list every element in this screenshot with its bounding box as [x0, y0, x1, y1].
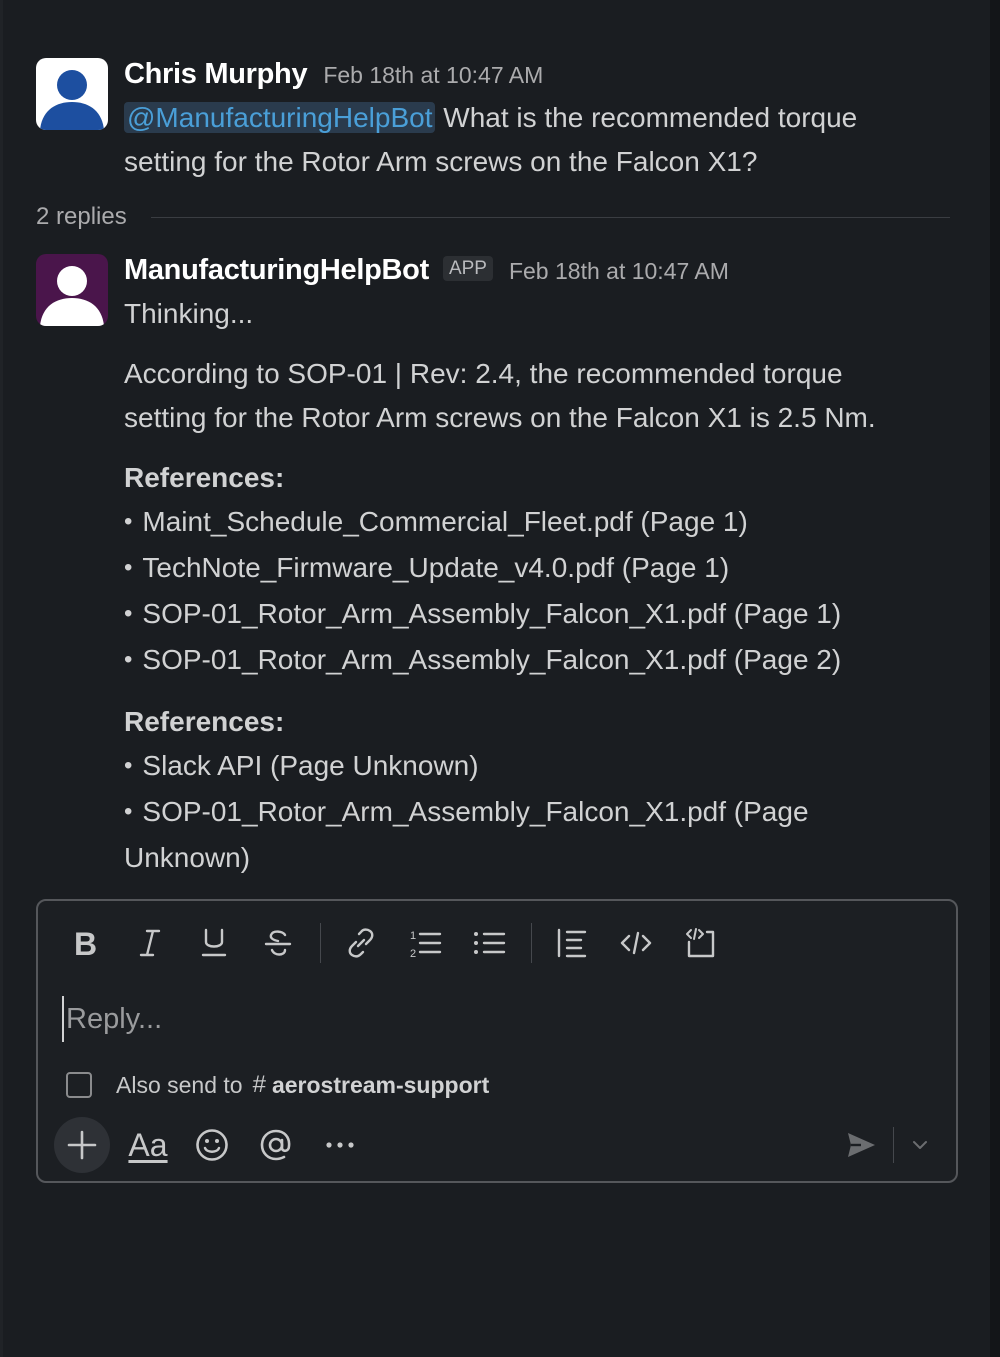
link-button[interactable]	[337, 919, 385, 967]
window-left-border	[0, 0, 3, 1357]
bulleted-list-icon	[474, 932, 506, 954]
bulleted-list-button[interactable]	[465, 919, 513, 967]
avatar[interactable]	[36, 58, 108, 130]
also-send-label: Also send to	[116, 1071, 243, 1098]
app-badge: APP	[442, 256, 493, 281]
bold-button[interactable]: B	[62, 919, 110, 967]
answer-line-2: setting for the Rotor Arm screws on the …	[124, 402, 876, 433]
divider	[150, 216, 950, 218]
parent-message: Chris Murphy Feb 18th at 10:47 AM @Manuf…	[36, 58, 960, 188]
replies-divider-row: 2 replies	[36, 200, 950, 234]
strikethrough-icon	[264, 930, 292, 956]
text-format-icon: Aa	[128, 1126, 168, 1163]
bold-icon: B	[74, 927, 97, 959]
replies-count: 2 replies	[36, 203, 127, 230]
link-icon	[348, 928, 374, 958]
message-author[interactable]: ManufacturingHelpBot	[124, 254, 429, 287]
formatting-toolbar: B 1 2	[62, 919, 740, 967]
toolbar-divider	[531, 923, 532, 963]
message-timestamp[interactable]: Feb 18th at 10:47 AM	[323, 62, 543, 89]
list-item: SOP-01_Rotor_Arm_Assembly_Falcon_X1.pdf …	[124, 638, 960, 684]
list-item-continuation: Unknown)	[124, 842, 251, 873]
window-right-border	[990, 0, 1000, 1357]
message-text-line-1: What is the recommended torque	[435, 102, 858, 133]
ordered-list-icon: 1 2	[410, 930, 442, 960]
emoji-icon	[196, 1129, 228, 1161]
toolbar-divider	[320, 923, 321, 963]
user-mention[interactable]: @ManufacturingHelpBot	[124, 102, 436, 133]
emoji-button[interactable]	[186, 1119, 238, 1171]
add-attachment-button[interactable]	[54, 1117, 110, 1173]
ordered-list-button[interactable]: 1 2	[401, 919, 449, 967]
underline-icon	[201, 928, 227, 957]
list-item: SOP-01_Rotor_Arm_Assembly_Falcon_X1.pdf …	[124, 790, 960, 836]
mention-button[interactable]	[250, 1119, 302, 1171]
thinking-text: Thinking...	[124, 298, 254, 329]
answer-line-1: According to SOP-01 | Rev: 2.4, the reco…	[124, 358, 843, 389]
references-list: Maint_Schedule_Commercial_Fleet.pdf (Pag…	[124, 500, 960, 684]
message-timestamp[interactable]: Feb 18th at 10:47 AM	[509, 258, 729, 285]
blockquote-icon	[557, 928, 587, 958]
more-actions-button[interactable]	[314, 1119, 366, 1171]
svg-text:1: 1	[410, 930, 416, 942]
send-button[interactable]	[837, 1121, 885, 1169]
code-button[interactable]	[612, 919, 660, 967]
send-options-button[interactable]	[902, 1121, 938, 1169]
list-item: TechNote_Firmware_Update_v4.0.pdf (Page …	[124, 546, 960, 592]
svg-text:B: B	[74, 927, 97, 959]
also-send-checkbox[interactable]	[66, 1072, 92, 1098]
bot-avatar-icon	[36, 254, 108, 326]
bot-avatar[interactable]	[36, 254, 108, 326]
answer-text: According to SOP-01 | Rev: 2.4, the reco…	[124, 352, 960, 440]
channel-hash-icon: #	[252, 1071, 266, 1098]
references-heading: References:	[124, 462, 285, 493]
send-icon	[848, 1133, 875, 1157]
code-block-icon	[686, 928, 715, 958]
text-format-button[interactable]: Aa	[122, 1119, 174, 1171]
list-item: Maint_Schedule_Commercial_Fleet.pdf (Pag…	[124, 500, 960, 546]
italic-icon	[139, 929, 161, 957]
references-list: Slack API (Page Unknown) SOP-01_Rotor_Ar…	[124, 744, 960, 836]
more-icon	[326, 1142, 354, 1148]
message-text-line-2: setting for the Rotor Arm screws on the …	[124, 146, 758, 177]
user-avatar-icon	[36, 58, 108, 130]
send-divider	[893, 1127, 894, 1163]
message-text: @ManufacturingHelpBot What is the recomm…	[124, 96, 960, 184]
strikethrough-button[interactable]	[254, 919, 302, 967]
send-group	[837, 1121, 938, 1169]
underline-button[interactable]	[190, 919, 238, 967]
channel-name[interactable]: aerostream-support	[272, 1072, 489, 1099]
chevron-down-icon	[913, 1141, 927, 1149]
list-item: SOP-01_Rotor_Arm_Assembly_Falcon_X1.pdf …	[124, 592, 960, 638]
reply-input[interactable]	[62, 996, 928, 1042]
message-author[interactable]: Chris Murphy	[124, 58, 308, 91]
mention-icon	[260, 1129, 291, 1161]
list-item: Slack API (Page Unknown)	[124, 744, 960, 790]
italic-button[interactable]	[126, 919, 174, 967]
references-heading: References:	[124, 706, 285, 737]
bot-reply-message: ManufacturingHelpBot APP Feb 18th at 10:…	[36, 254, 960, 874]
code-block-button[interactable]	[676, 919, 724, 967]
svg-text:2: 2	[410, 948, 416, 960]
also-send-row: Also send to # aerostream-support	[66, 1069, 489, 1101]
blockquote-button[interactable]	[548, 919, 596, 967]
composer-bottom-bar: Aa	[54, 1117, 378, 1173]
plus-icon	[67, 1130, 97, 1160]
code-icon	[620, 931, 652, 955]
reply-composer: B 1 2 Reply... Also send to # aerostream…	[36, 899, 958, 1183]
